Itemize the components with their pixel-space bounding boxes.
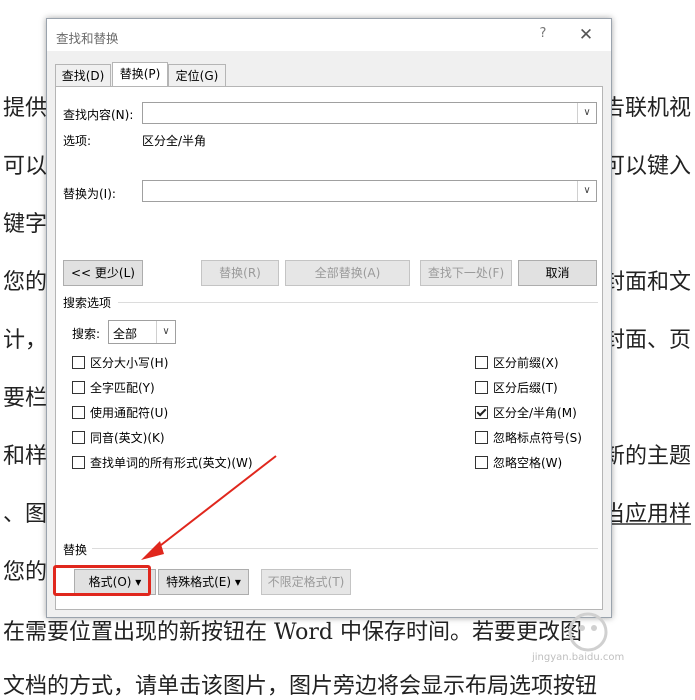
match-case-checkbox[interactable]: 区分大小写(H) xyxy=(72,354,168,371)
tab-find[interactable]: 查找(D) xyxy=(55,64,111,87)
width-label: 区分全/半角(M) xyxy=(493,406,577,420)
doc-line-1b: 告联机视 xyxy=(603,96,692,121)
close-icon[interactable]: ✕ xyxy=(575,24,597,46)
match-suffix-label: 区分后缀(T) xyxy=(493,381,558,395)
tab-goto[interactable]: 定位(G) xyxy=(168,64,226,87)
doc-line-7b: 新的主题 xyxy=(603,444,692,469)
whole-word-box[interactable] xyxy=(72,381,85,394)
ignore-space-label: 忽略空格(W) xyxy=(493,456,563,470)
ignore-punct-box[interactable] xyxy=(475,431,488,444)
replace-with-label: 替换为(I): xyxy=(63,187,116,201)
all-word-forms-box[interactable] xyxy=(72,456,85,469)
cancel-button[interactable]: 取消 xyxy=(518,260,597,286)
replace-button[interactable]: 替换(R) xyxy=(201,260,279,286)
replace-section-title: 替换 xyxy=(63,543,88,557)
options-value: 区分全/半角 xyxy=(142,134,207,148)
search-direction-value: 全部 xyxy=(113,327,138,341)
find-what-input[interactable]: ∨ xyxy=(142,102,597,124)
doc-line-4a: 您的 xyxy=(3,270,48,295)
doc-line-7a: 和样 xyxy=(3,444,48,469)
watermark-text: jingyan.baidu.com xyxy=(532,652,625,663)
doc-line-11: 文档的方式，请单击该图片，图片旁边将会显示布局选项按钮 xyxy=(3,674,598,699)
doc-line-3a: 键字 xyxy=(3,212,48,237)
options-label: 选项: xyxy=(63,134,92,148)
sounds-like-label: 同音(英文)(K) xyxy=(90,431,165,445)
doc-line-6a: 要栏 xyxy=(3,386,48,411)
match-suffix-box[interactable] xyxy=(475,381,488,394)
match-case-box[interactable] xyxy=(72,356,85,369)
replace-with-input[interactable]: ∨ xyxy=(142,180,597,202)
match-prefix-label: 区分前缀(X) xyxy=(493,356,559,370)
ignore-punct-label: 忽略标点符号(S) xyxy=(493,431,582,445)
tab-replace[interactable]: 替换(P) xyxy=(112,62,168,87)
doc-line-2b: 可以键入 xyxy=(603,154,692,179)
whole-word-checkbox[interactable]: 全字匹配(Y) xyxy=(72,379,155,396)
wildcards-checkbox[interactable]: 使用通配符(U) xyxy=(72,404,168,421)
all-word-forms-label: 查找单词的所有形式(英文)(W) xyxy=(90,456,253,470)
search-direction-label: 搜索: xyxy=(72,327,101,341)
dialog-title: 查找和替换 xyxy=(56,31,119,46)
wildcards-label: 使用通配符(U) xyxy=(90,406,169,420)
search-options-divider xyxy=(118,302,598,303)
doc-line-9a: 您的 xyxy=(3,560,48,585)
dialog-titlebar: 查找和替换 ? ✕ xyxy=(47,19,611,51)
less-button[interactable]: << 更少(L) xyxy=(63,260,143,286)
ignore-space-box[interactable] xyxy=(475,456,488,469)
doc-line-8a: 、图 xyxy=(3,502,48,527)
find-replace-dialog: 查找和替换 ? ✕ 查找(D) 替换(P) 定位(G) 查找内容(N): ∨ 选… xyxy=(46,18,612,618)
match-prefix-box[interactable] xyxy=(475,356,488,369)
find-next-button[interactable]: 查找下一处(F) xyxy=(420,260,512,286)
sounds-like-checkbox[interactable]: 同音(英文)(K) xyxy=(72,429,165,446)
search-direction-select[interactable]: 全部 ∨ xyxy=(108,320,176,344)
doc-line-1a: 提供 xyxy=(3,96,48,121)
help-icon[interactable]: ? xyxy=(535,26,551,44)
doc-line-10: 在需要位置出现的新按钮在 Word 中保存时间。若要更改图 xyxy=(3,620,582,645)
width-checkbox[interactable]: 区分全/半角(M) xyxy=(475,404,577,421)
ignore-space-checkbox[interactable]: 忽略空格(W) xyxy=(475,454,562,471)
doc-line-5a: 计， xyxy=(3,328,48,353)
doc-line-4b: 封面和文 xyxy=(603,270,692,295)
format-button-highlight xyxy=(53,565,151,596)
search-options-title: 搜索选项 xyxy=(63,296,112,310)
doc-line-2a: 可以 xyxy=(3,154,48,179)
special-format-button[interactable]: 特殊格式(E) ▾ xyxy=(158,569,249,595)
ignore-punct-checkbox[interactable]: 忽略标点符号(S) xyxy=(475,429,582,446)
find-dropdown-chevron-icon[interactable]: ∨ xyxy=(577,103,596,123)
find-what-label: 查找内容(N): xyxy=(63,108,134,122)
search-direction-chevron-icon[interactable]: ∨ xyxy=(156,321,175,343)
no-formatting-button[interactable]: 不限定格式(T) xyxy=(261,569,351,595)
replace-all-button[interactable]: 全部替换(A) xyxy=(285,260,410,286)
match-prefix-checkbox[interactable]: 区分前缀(X) xyxy=(475,354,559,371)
all-word-forms-checkbox[interactable]: 查找单词的所有形式(英文)(W) xyxy=(72,454,253,471)
whole-word-label: 全字匹配(Y) xyxy=(90,381,155,395)
match-suffix-checkbox[interactable]: 区分后缀(T) xyxy=(475,379,558,396)
wildcards-box[interactable] xyxy=(72,406,85,419)
replace-panel: 查找内容(N): ∨ 选项: 区分全/半角 替换为(I): ∨ << 更少(L)… xyxy=(55,86,603,610)
doc-line-5b: 封面、页 xyxy=(603,328,692,353)
match-case-label: 区分大小写(H) xyxy=(90,356,169,370)
sounds-like-box[interactable] xyxy=(72,431,85,444)
doc-line-8b: 当应用样 xyxy=(603,502,692,527)
width-box-checked[interactable] xyxy=(475,406,488,419)
replace-section-divider xyxy=(92,548,598,549)
replace-dropdown-chevron-icon[interactable]: ∨ xyxy=(577,181,596,201)
